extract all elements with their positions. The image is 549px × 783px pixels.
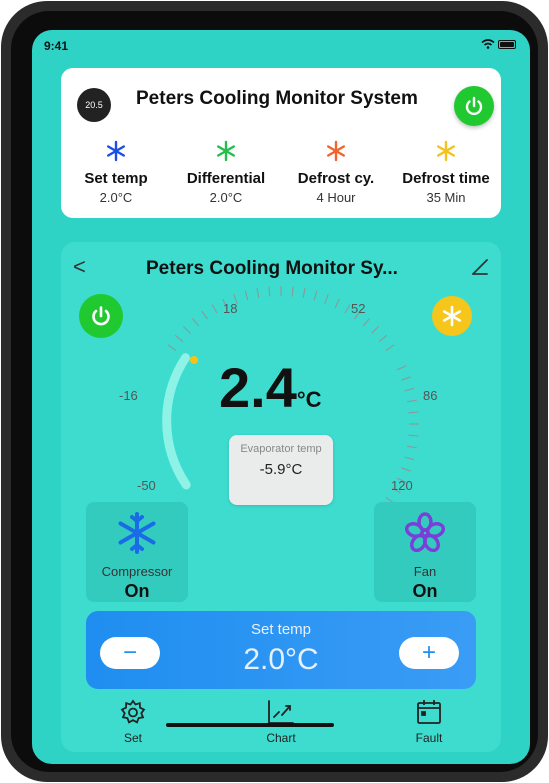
compressor-tile[interactable]: Compressor On: [86, 502, 188, 602]
gauge-tick-label: 86: [423, 388, 438, 403]
gauge-marker: [190, 356, 198, 364]
gauge-tick: [396, 365, 407, 371]
tab-label: Fault: [415, 731, 443, 745]
snowflake-blue-icon: [107, 140, 125, 162]
increase-button[interactable]: +: [399, 637, 459, 669]
compressor-value: On: [124, 581, 150, 601]
info-label: Defrost cy.: [297, 170, 375, 187]
gauge-tick: [401, 376, 411, 381]
gauge-tick: [404, 456, 415, 461]
snowflake-orange-icon: [327, 140, 345, 162]
gauge-tick-label: -50: [137, 478, 156, 493]
app-screen: 9:41 20.5 Peters Cooling Monitor System …: [32, 30, 530, 764]
gauge-tick: [302, 288, 306, 298]
gauge-tick: [385, 344, 395, 352]
decrease-button[interactable]: −: [100, 637, 160, 669]
temp-badge[interactable]: 20.5: [77, 88, 111, 122]
gauge-tick: [256, 288, 260, 298]
info-defrost-time: Defrost time 35 Min: [391, 138, 501, 205]
evaporator-label: Evaporator temp: [240, 443, 322, 455]
gauge-arc: [162, 353, 191, 490]
device-panel: < Peters Cooling Monitor Sy... 18 52 -16…: [61, 242, 501, 752]
gauge-tick: [244, 290, 249, 301]
gauge-tick: [371, 326, 379, 334]
gauge-tick: [408, 434, 419, 437]
chart-icon: [268, 700, 294, 724]
summary-card: 20.5 Peters Cooling Monitor System Set t…: [61, 68, 501, 218]
gauge-tick: [201, 310, 209, 320]
temperature-unit: °C: [296, 387, 322, 412]
tab-set[interactable]: Set: [98, 697, 168, 745]
gauge-tick: [268, 286, 271, 297]
snowflake-icon: [118, 512, 156, 554]
power-button[interactable]: [454, 86, 494, 126]
gauge-tick: [313, 290, 318, 301]
info-label: Differential: [186, 170, 266, 187]
card-title: Peters Cooling Monitor System: [136, 88, 418, 109]
gauge-tick: [407, 399, 417, 403]
gauge-tick: [404, 387, 415, 392]
temperature-value: 2.4: [219, 356, 297, 419]
compressor-label: Compressor: [101, 564, 173, 579]
gauge-tick: [344, 304, 351, 314]
evaporator-card: Evaporator temp -5.9°C: [229, 435, 333, 505]
fan-tile[interactable]: Fan On: [374, 502, 476, 602]
tab-label: Chart: [266, 731, 296, 745]
fan-label: Fan: [413, 564, 437, 579]
fan-icon: [404, 512, 446, 553]
gauge-tick: [191, 317, 200, 327]
gauge-tick-label: 120: [391, 478, 413, 493]
gauge-tick-label: 18: [223, 301, 238, 316]
home-indicator: [166, 723, 334, 727]
gauge-tick: [211, 304, 218, 314]
info-label: Set temp: [84, 170, 148, 187]
tab-label: Set: [123, 731, 142, 745]
minus-icon: −: [122, 639, 137, 666]
wifi-icon: [481, 39, 495, 49]
info-defrost-cycle: Defrost cy. 4 Hour: [281, 138, 391, 205]
battery-icon: [498, 40, 516, 49]
gauge-tick: [408, 411, 419, 414]
gauge-tick-label: 52: [351, 301, 366, 316]
gauge-tick: [407, 445, 417, 449]
gauge-tick: [167, 344, 177, 352]
status-time: 9:41: [44, 39, 69, 53]
snowflake-green-icon: [217, 140, 235, 162]
gauge-tick: [378, 334, 388, 343]
gauge-tick: [291, 286, 294, 297]
evaporator-value: -5.9°C: [259, 461, 303, 478]
gauge-tick: [174, 334, 184, 343]
info-label: Defrost time: [402, 170, 490, 187]
gauge-tick: [183, 326, 191, 334]
gauge-tick: [334, 298, 340, 309]
current-temperature: 2.4°C: [219, 360, 322, 416]
info-value: 2.0°C: [99, 190, 133, 205]
gauge-tick: [401, 467, 411, 472]
status-bar: 9:41: [32, 30, 530, 60]
tab-fault[interactable]: Fault: [394, 697, 464, 745]
info-differential: Differential 2.0°C: [171, 138, 281, 205]
info-value: 35 Min: [426, 190, 466, 205]
info-value: 4 Hour: [316, 190, 356, 205]
set-temp-bar: Set temp 2.0°C − +: [86, 611, 476, 689]
gauge-tick: [362, 317, 371, 327]
plus-icon: +: [421, 639, 436, 666]
gauge-tick-label: -16: [119, 388, 138, 403]
info-value: 2.0°C: [209, 190, 243, 205]
gear-icon: [120, 699, 146, 724]
power-icon: [465, 96, 483, 116]
fan-value: On: [412, 581, 438, 601]
info-set-temp: Set temp 2.0°C: [61, 138, 171, 205]
calendar-icon: [417, 700, 441, 724]
tab-chart[interactable]: Chart: [246, 697, 316, 745]
set-temp-label: Set temp: [250, 621, 312, 638]
snowflake-yellow-icon: [437, 140, 455, 162]
gauge-tick: [324, 294, 329, 304]
